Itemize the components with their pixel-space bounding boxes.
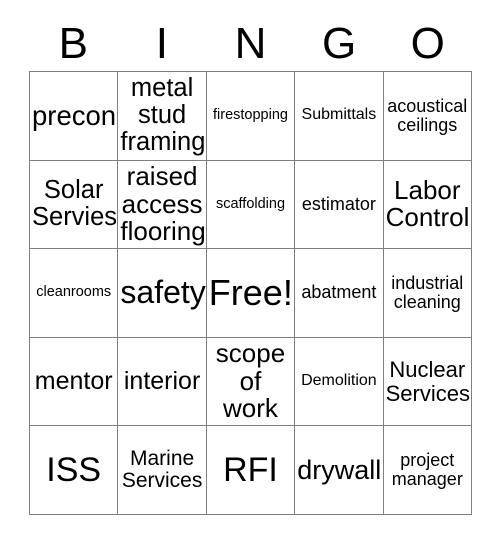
bingo-cell-n5[interactable]: RFI: [206, 426, 296, 515]
bingo-cell-g1[interactable]: Submittals: [295, 72, 384, 161]
header-letter-g: G: [321, 19, 357, 68]
bingo-cell-label: raised access flooring: [120, 161, 206, 247]
bingo-cell-label: interior: [123, 367, 201, 396]
header-letter-i: I: [155, 19, 168, 68]
bingo-cell-o5[interactable]: project manager: [383, 426, 472, 515]
bingo-cell-b4[interactable]: mentor: [30, 337, 119, 427]
bingo-cell-label: metal stud framing: [120, 74, 206, 157]
bingo-cell-label: acoustical ceilings: [387, 95, 468, 135]
bingo-cell-i2[interactable]: raised access flooring: [118, 160, 207, 250]
bingo-cell-label: ISS: [46, 451, 102, 490]
bingo-cell-b2[interactable]: Solar Servies: [30, 160, 119, 250]
header-letter-b: B: [58, 19, 88, 68]
header-letter-n: N: [234, 19, 267, 68]
bingo-cell-label: Solar Servies: [32, 176, 118, 232]
bingo-cell-g2[interactable]: estimator: [295, 160, 384, 250]
bingo-header-row: B I N G O: [29, 18, 472, 70]
bingo-cell-label: drywall: [297, 454, 382, 485]
bingo-cell-label: scope of work: [215, 338, 286, 424]
bingo-cell-b1[interactable]: precon: [30, 72, 119, 161]
bingo-cell-label: scaffolding: [215, 195, 286, 212]
bingo-cell-label: Submittals: [301, 106, 377, 124]
bingo-cell-label: firestopping: [213, 107, 288, 124]
bingo-cell-label: mentor: [34, 367, 113, 396]
bingo-cell-label: RFI: [223, 451, 278, 490]
bingo-cell-b5[interactable]: ISS: [30, 426, 119, 515]
bingo-grid: precon metal stud framing firestopping S…: [29, 71, 472, 515]
bingo-cell-o2[interactable]: Labor Control: [383, 160, 472, 250]
bingo-cell-label: safety: [120, 274, 206, 311]
bingo-cell-label: estimator: [301, 193, 376, 214]
bingo-cell-g4[interactable]: Demolition: [295, 337, 384, 427]
bingo-cell-label: cleanrooms: [36, 284, 112, 301]
bingo-card: B I N G O precon metal stud framing fire…: [0, 0, 500, 544]
bingo-cell-label: Marine Services: [121, 446, 203, 493]
bingo-cell-g3[interactable]: abatment: [295, 249, 384, 338]
bingo-cell-o1[interactable]: acoustical ceilings: [383, 72, 472, 161]
bingo-cell-label: Labor Control: [385, 174, 470, 233]
bingo-cell-g5[interactable]: drywall: [295, 426, 384, 515]
bingo-cell-i4[interactable]: interior: [118, 337, 207, 427]
bingo-cell-b3[interactable]: cleanrooms: [30, 249, 119, 338]
bingo-cell-i1[interactable]: metal stud framing: [118, 72, 207, 161]
bingo-cell-i5[interactable]: Marine Services: [118, 426, 207, 515]
free-space-label: Free!: [208, 271, 293, 313]
bingo-cell-o3[interactable]: industrial cleaning: [383, 249, 472, 338]
bingo-cell-n1[interactable]: firestopping: [206, 72, 296, 161]
bingo-cell-label: project manager: [391, 450, 463, 490]
header-letter-o: O: [410, 19, 445, 68]
bingo-cell-i3[interactable]: safety: [118, 249, 207, 338]
bingo-cell-label: Demolition: [301, 372, 377, 390]
bingo-cell-free-space[interactable]: Free!: [206, 249, 296, 338]
bingo-cell-label: Nuclear Services: [385, 357, 470, 406]
bingo-cell-label: industrial cleaning: [391, 272, 464, 312]
bingo-cell-label: abatment: [301, 282, 377, 303]
bingo-cell-o4[interactable]: Nuclear Services: [383, 337, 472, 427]
bingo-cell-label: precon: [32, 100, 117, 132]
bingo-cell-n2[interactable]: scaffolding: [206, 160, 296, 250]
bingo-cell-n4[interactable]: scope of work: [206, 337, 296, 427]
